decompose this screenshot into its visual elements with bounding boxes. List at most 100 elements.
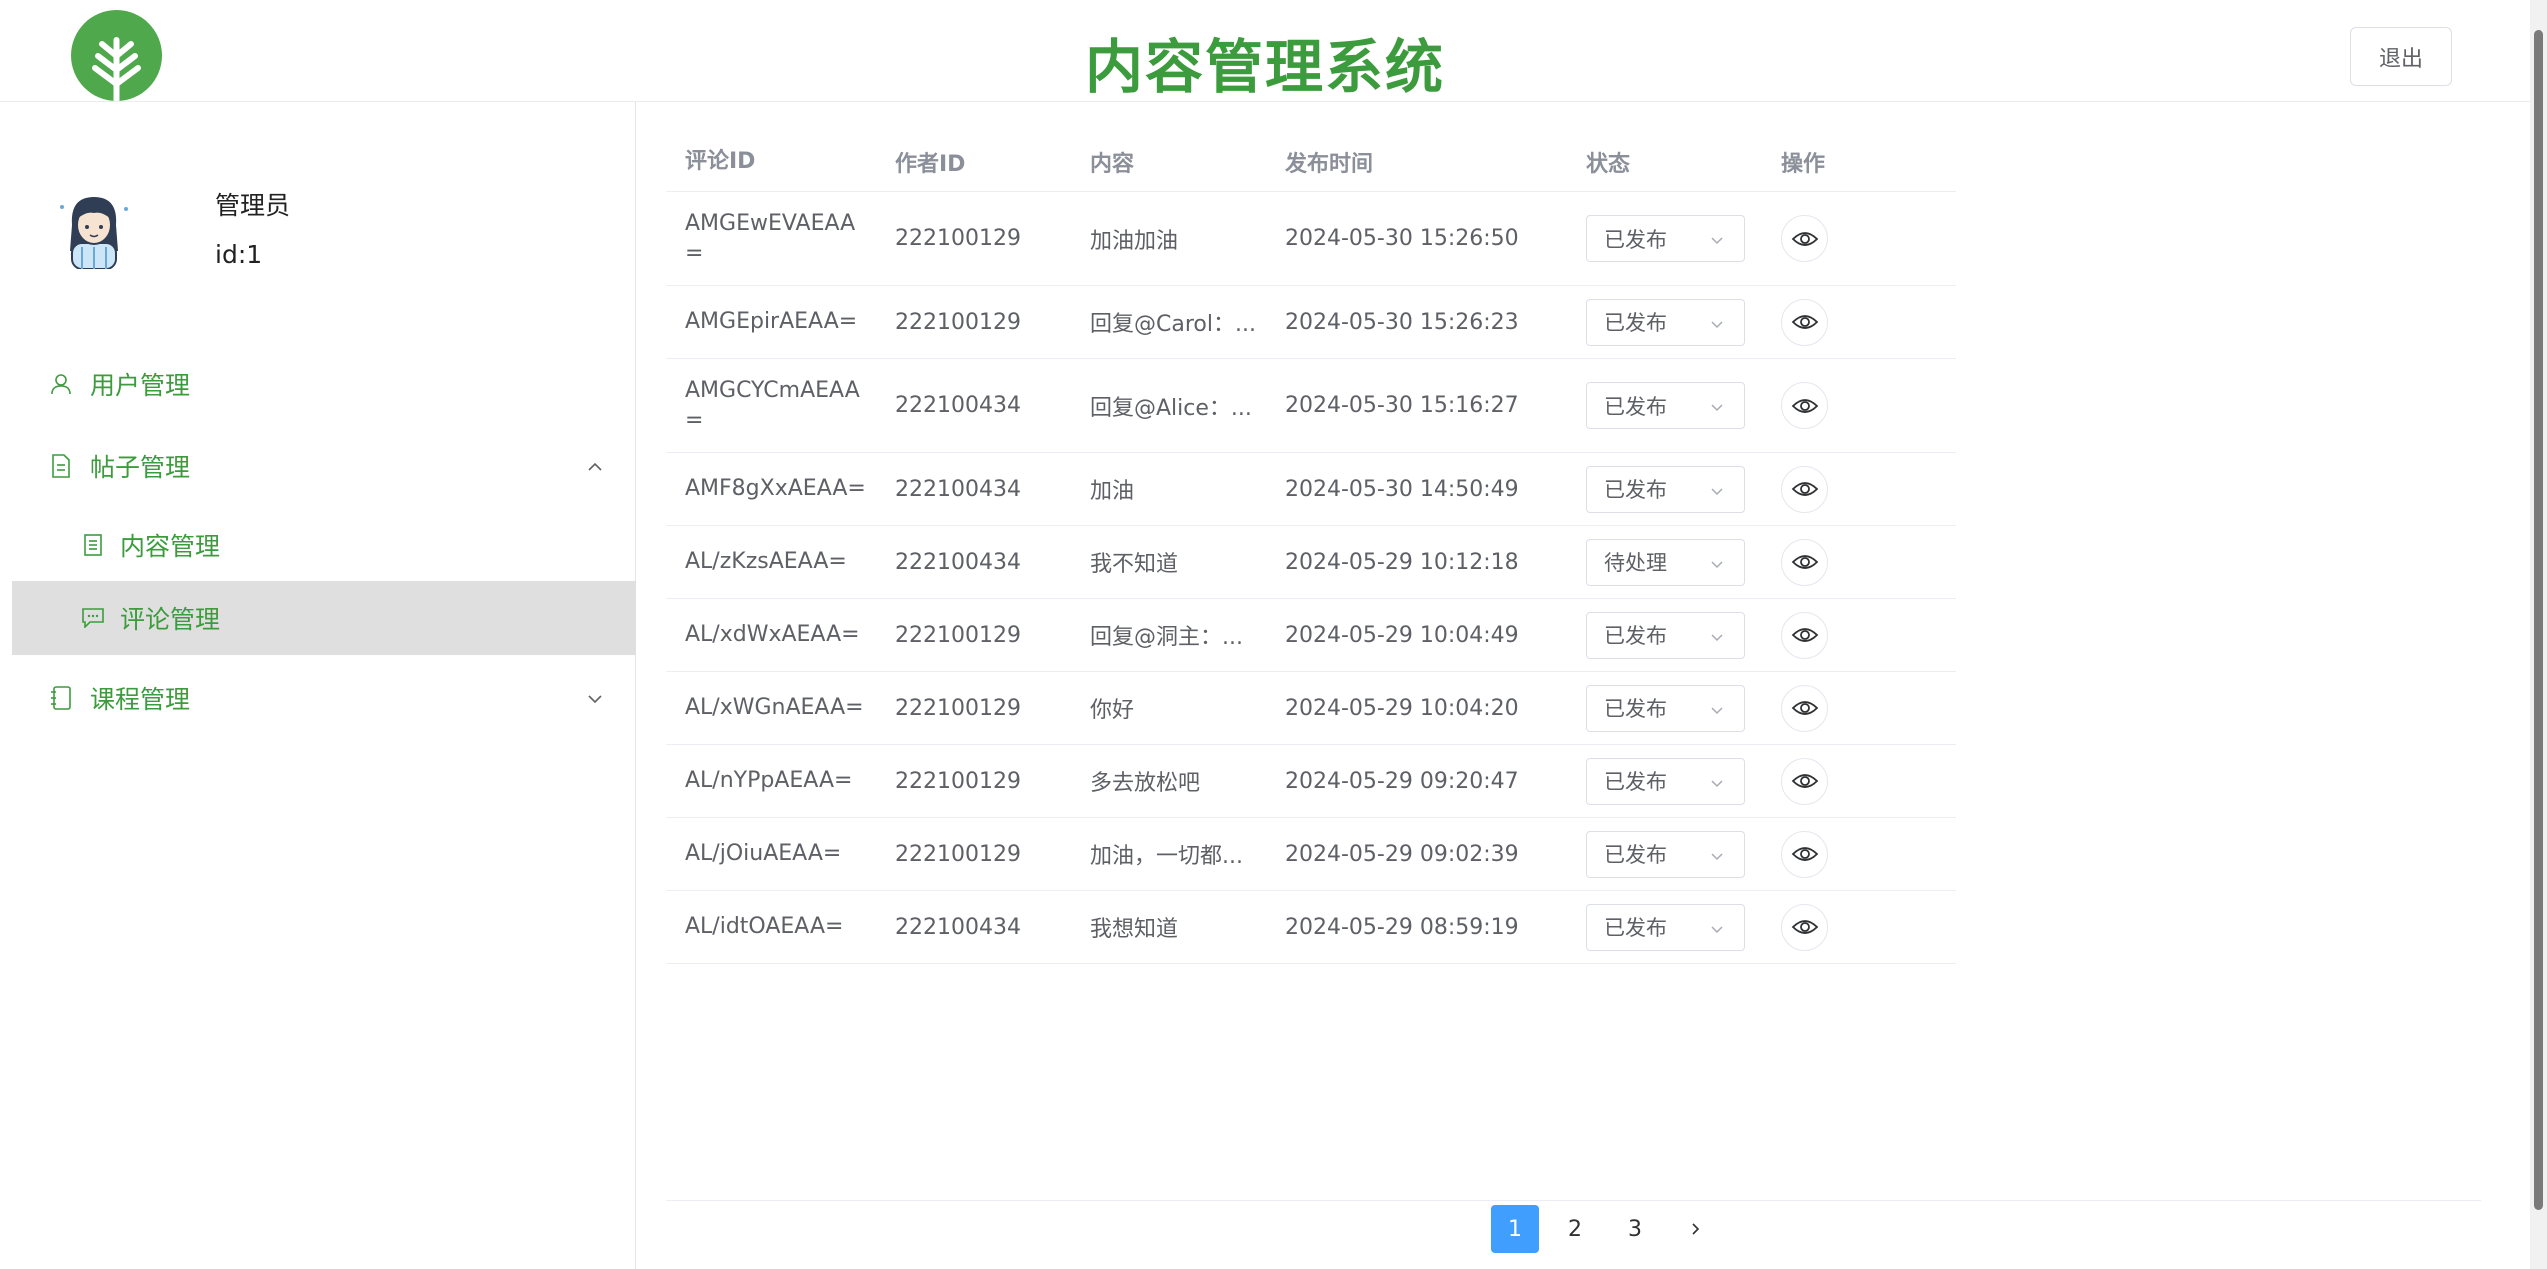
view-button[interactable] [1781, 830, 1828, 878]
chevron-down-icon [1708, 555, 1726, 573]
sidebar-item-label: 内容管理 [120, 532, 221, 561]
table-row: AL/idtOAEAA= 222100434 我想知道 2024-05-29 08:5… [666, 891, 1956, 964]
notebook-icon [48, 685, 74, 711]
column-header: 内容 [1090, 151, 1135, 177]
scrollbar-thumb[interactable] [2534, 30, 2543, 1210]
table-row: AMGCYCmAEAA= 222100434 回复@Alice：... 2024-05… [666, 359, 1956, 453]
action-cell [1762, 538, 1956, 586]
sidebar-item-label: 用户管理 [90, 371, 191, 400]
sidebar-item-users[interactable]: 用户管理 [12, 347, 636, 421]
user-id: id:1 [215, 240, 263, 269]
view-button[interactable] [1781, 215, 1828, 262]
status-value: 已发布 [1604, 770, 1667, 794]
action-cell [1762, 215, 1956, 262]
view-button[interactable] [1781, 684, 1828, 732]
status-cell: 已发布 [1567, 684, 1762, 732]
comment-id: AL/zKzsAEAA= [685, 549, 847, 574]
status-value: 已发布 [1604, 227, 1667, 252]
table-row: AL/nYPpAEAA= 222100129 多去放松吧 2024-05-29 09:… [666, 745, 1956, 818]
column-header: 评论ID [685, 148, 756, 174]
eye-icon [1791, 847, 1818, 861]
sidebar-item-label: 评论管理 [120, 605, 221, 634]
comment-id: AL/xWGnAEAA= [685, 695, 864, 720]
chevron-down-icon [1708, 628, 1726, 646]
comment-content: 你好 [1090, 698, 1135, 723]
author-id: 222100129 [895, 841, 1021, 867]
column-header: 作者ID [895, 151, 966, 177]
column-header: 发布时间 [1285, 151, 1374, 177]
chevron-down-icon [1708, 774, 1726, 792]
status-select[interactable]: 已发布 [1586, 684, 1745, 732]
view-button[interactable] [1781, 465, 1828, 513]
status-select[interactable]: 已发布 [1586, 757, 1745, 805]
comment-content: 回复@Alice：... [1090, 395, 1252, 421]
view-button[interactable] [1781, 538, 1828, 586]
eye-icon [1791, 628, 1818, 642]
table-row: AL/zKzsAEAA= 222100434 我不知道 2024-05-29 10:1… [666, 526, 1956, 599]
table-row: AL/xdWxAEAA= 222100129 回复@洞主：... 2024-05-29… [666, 599, 1956, 672]
table-row: AMF8gXxAEAA= 222100434 加油 2024-05-30 14:50:… [666, 453, 1956, 526]
eye-icon [1791, 920, 1818, 934]
status-select[interactable]: 已发布 [1586, 903, 1745, 951]
status-select[interactable]: 已发布 [1586, 611, 1745, 659]
status-cell: 已发布 [1567, 903, 1762, 951]
author-id: 222100129 [895, 695, 1021, 721]
author-id: 222100434 [895, 549, 1021, 575]
status-cell: 已发布 [1567, 830, 1762, 878]
page-button[interactable]: 2 [1551, 1205, 1599, 1253]
sidebar-item-posts[interactable]: 帖子管理 [12, 429, 636, 503]
action-cell [1762, 830, 1956, 878]
page-button[interactable]: 1 [1491, 1205, 1539, 1253]
column-header: 操作 [1781, 151, 1826, 177]
eye-icon [1791, 774, 1818, 788]
sidebar-item-label: 帖子管理 [90, 453, 191, 482]
publish-time: 2024-05-30 15:26:50 [1285, 226, 1519, 251]
status-cell: 已发布 [1567, 382, 1762, 429]
comments-table: 评论ID 作者ID 内容 发布时间 状态 操作 AMGEwEVAEAA= 2221… [666, 132, 1956, 964]
comment-id: AMF8gXxAEAA= [685, 476, 866, 501]
author-id: 222100129 [895, 309, 1021, 335]
publish-time: 2024-05-29 08:59:19 [1285, 914, 1519, 940]
author-id: 222100129 [895, 622, 1021, 648]
author-id: 222100129 [895, 226, 1021, 251]
status-select[interactable]: 已发布 [1586, 830, 1745, 878]
comment-id: AL/nYPpAEAA= [685, 768, 853, 793]
sidebar-item-content[interactable]: 内容管理 [12, 508, 636, 582]
comment-content: 加油 [1090, 479, 1135, 504]
logout-button[interactable]: 退出 [2350, 27, 2452, 86]
status-value: 已发布 [1604, 394, 1667, 419]
publish-time: 2024-05-29 09:02:39 [1285, 841, 1519, 867]
action-cell [1762, 903, 1956, 951]
table-header: 评论ID 作者ID 内容 发布时间 状态 操作 [666, 132, 1956, 192]
view-button[interactable] [1781, 757, 1828, 805]
document-icon [80, 532, 106, 558]
status-select[interactable]: 已发布 [1586, 465, 1745, 513]
next-page-button[interactable] [1671, 1205, 1719, 1253]
action-cell [1762, 757, 1956, 805]
status-value: 已发布 [1604, 478, 1667, 502]
app-header: 内容管理系统 退出 [0, 0, 2530, 102]
publish-time: 2024-05-29 10:04:49 [1285, 622, 1519, 648]
action-cell [1762, 382, 1956, 429]
status-select[interactable]: 已发布 [1586, 382, 1745, 429]
view-button[interactable] [1781, 298, 1828, 346]
page-button[interactable]: 3 [1611, 1205, 1659, 1253]
eye-icon [1791, 315, 1818, 329]
status-select[interactable]: 已发布 [1586, 298, 1745, 346]
action-cell [1762, 298, 1956, 346]
view-button[interactable] [1781, 903, 1828, 951]
comment-id: AMGEpirAEAA= [685, 309, 858, 334]
action-cell [1762, 465, 1956, 513]
sidebar-item-comments[interactable]: 评论管理 [12, 581, 636, 655]
eye-icon [1791, 701, 1818, 715]
scrollbar[interactable] [2530, 0, 2547, 1269]
status-select[interactable]: 已发布 [1586, 215, 1745, 262]
status-select[interactable]: 待处理 [1586, 538, 1745, 586]
status-value: 已发布 [1604, 311, 1667, 335]
eye-icon [1791, 231, 1818, 246]
sidebar-item-courses[interactable]: 课程管理 [12, 661, 636, 735]
table-body: AMGEwEVAEAA= 222100129 加油加油 2024-05-30 15:2… [666, 192, 1956, 964]
view-button[interactable] [1781, 611, 1828, 659]
column-header: 状态 [1586, 151, 1631, 177]
view-button[interactable] [1781, 382, 1828, 429]
